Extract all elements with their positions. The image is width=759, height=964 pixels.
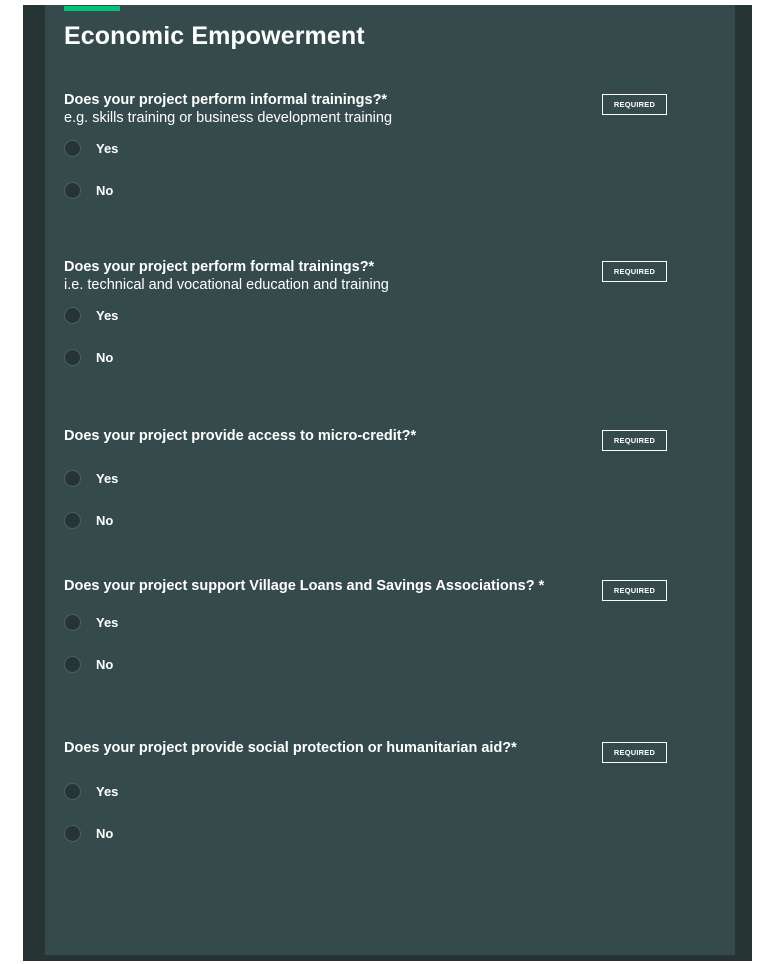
question-title: Does your project perform formal trainin… (64, 259, 375, 275)
radio-group: Yes No (64, 612, 674, 675)
required-badge: REQUIRED (602, 742, 667, 763)
radio-label: Yes (96, 784, 119, 799)
question-social-protection: Does your project provide social protect… (64, 739, 674, 865)
radio-label: No (96, 657, 114, 672)
radio-label: No (96, 183, 114, 198)
question-title: Does your project perform informal train… (64, 92, 388, 108)
radio-option-yes[interactable]: Yes (64, 781, 674, 802)
radio-label: Yes (96, 141, 119, 156)
radio-option-yes[interactable]: Yes (64, 138, 674, 159)
radio-button[interactable] (64, 614, 81, 631)
required-badge: REQUIRED (602, 430, 667, 451)
question-formal-trainings: Does your project perform formal trainin… (64, 258, 674, 389)
radio-button[interactable] (64, 825, 81, 842)
question-title: Does your project support Village Loans … (64, 578, 545, 594)
radio-button[interactable] (64, 140, 81, 157)
radio-button[interactable] (64, 182, 81, 199)
question-hint: e.g. skills training or business develop… (64, 110, 393, 126)
radio-option-no[interactable]: No (64, 180, 674, 201)
question-informal-trainings: Does your project perform informal train… (64, 91, 674, 222)
radio-button[interactable] (64, 783, 81, 800)
radio-group: Yes No (64, 468, 674, 531)
radio-option-no[interactable]: No (64, 823, 674, 844)
required-badge: REQUIRED (602, 261, 667, 282)
radio-label: Yes (96, 308, 119, 323)
required-badge: REQUIRED (602, 94, 667, 115)
radio-option-yes[interactable]: Yes (64, 305, 674, 326)
radio-button[interactable] (64, 307, 81, 324)
question-micro-credit: Does your project provide access to micr… (64, 427, 674, 552)
radio-group: Yes No (64, 781, 674, 844)
radio-group: Yes No (64, 305, 674, 368)
question-title: Does your project provide social protect… (64, 740, 517, 756)
required-badge: REQUIRED (602, 580, 667, 601)
section-title: Economic Empowerment (64, 22, 365, 50)
radio-button[interactable] (64, 512, 81, 529)
radio-option-no[interactable]: No (64, 654, 674, 675)
radio-label: No (96, 350, 114, 365)
radio-button[interactable] (64, 349, 81, 366)
question-title: Does your project provide access to micr… (64, 428, 417, 444)
radio-group: Yes No (64, 138, 674, 201)
radio-button[interactable] (64, 656, 81, 673)
radio-label: No (96, 826, 114, 841)
radio-label: Yes (96, 471, 119, 486)
radio-label: Yes (96, 615, 119, 630)
radio-option-yes[interactable]: Yes (64, 468, 674, 489)
radio-option-no[interactable]: No (64, 347, 674, 368)
question-hint: i.e. technical and vocational education … (64, 277, 389, 293)
section-accent-bar (64, 6, 120, 11)
radio-label: No (96, 513, 114, 528)
question-village-loans: Does your project support Village Loans … (64, 577, 674, 696)
radio-button[interactable] (64, 470, 81, 487)
radio-option-yes[interactable]: Yes (64, 612, 674, 633)
radio-option-no[interactable]: No (64, 510, 674, 531)
